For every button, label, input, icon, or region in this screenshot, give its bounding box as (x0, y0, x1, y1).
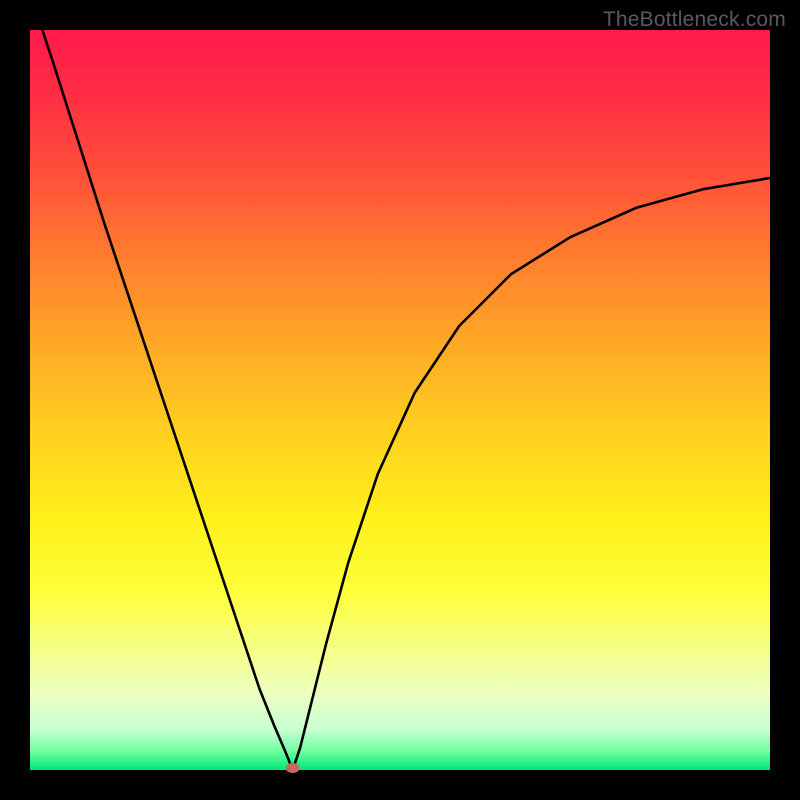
minimum-marker (286, 763, 300, 773)
bottleneck-chart (0, 0, 800, 800)
chart-frame: TheBottleneck.com (0, 0, 800, 800)
watermark-text: TheBottleneck.com (603, 8, 786, 32)
plot-background (30, 30, 770, 770)
